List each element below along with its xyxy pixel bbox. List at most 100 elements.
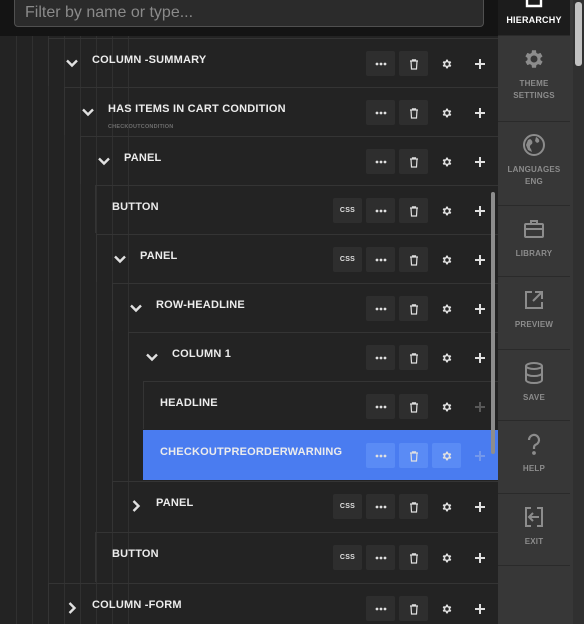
sidebar-item-label: PREVIEW [514, 320, 554, 329]
tree-row[interactable]: PANEL CSS [112, 481, 498, 531]
tree-row[interactable]: COLUMN -FORM [48, 583, 498, 624]
sidebar-item-save[interactable]: SAVE [498, 350, 570, 421]
chevron-right-icon[interactable] [62, 598, 82, 618]
chevron-down-icon[interactable] [126, 298, 146, 318]
css-button[interactable]: CSS [333, 247, 362, 272]
more-icon [375, 603, 387, 615]
settings-button[interactable] [432, 545, 461, 570]
delete-button[interactable] [399, 394, 428, 419]
more-options-button[interactable] [366, 296, 395, 321]
settings-button[interactable] [432, 443, 461, 468]
more-options-button[interactable] [366, 545, 395, 570]
hierarchy-tree: COLUMN -SUMMARY HAS ITEMS IN CART CONDITI… [0, 36, 498, 624]
chevron-down-icon[interactable] [142, 347, 162, 367]
delete-button[interactable] [399, 296, 428, 321]
add-child-button[interactable] [465, 596, 494, 621]
sidebar-item-theme[interactable]: THEME SETTINGS [498, 36, 570, 122]
settings-button[interactable] [432, 247, 461, 272]
settings-button[interactable] [432, 494, 461, 519]
sidebar-item-label: SAVE [523, 393, 545, 402]
more-options-button[interactable] [366, 494, 395, 519]
more-options-button[interactable] [366, 247, 395, 272]
settings-button[interactable] [432, 100, 461, 125]
chevron-down-icon[interactable] [78, 102, 98, 122]
sidebar-scrollbar-thumb[interactable] [575, 2, 582, 66]
more-icon [375, 450, 387, 462]
tree-row[interactable]: CHECKOUTPREORDERWARNING [143, 430, 498, 480]
sidebar-item-label: HIERARCHY [506, 15, 562, 25]
delete-button[interactable] [399, 198, 428, 223]
delete-button[interactable] [399, 100, 428, 125]
chevron-down-icon[interactable] [62, 53, 82, 73]
trash-icon [408, 501, 420, 513]
more-options-button[interactable] [366, 596, 395, 621]
chevron-right-icon[interactable] [126, 496, 146, 516]
plus-icon [474, 303, 486, 315]
delete-button[interactable] [399, 545, 428, 570]
delete-button[interactable] [399, 149, 428, 174]
sidebar-item-preview[interactable]: PREVIEW [498, 277, 570, 350]
tree-row[interactable]: ROW-HEADLINE [112, 283, 498, 331]
gear-icon [441, 58, 453, 70]
delete-button[interactable] [399, 345, 428, 370]
chevron-down-icon[interactable] [110, 249, 130, 269]
add-child-button[interactable] [465, 51, 494, 76]
gear-icon [441, 401, 453, 413]
tree-row[interactable]: COLUMN 1 [128, 332, 498, 380]
gear-icon [441, 205, 453, 217]
sidebar-item-exit[interactable]: EXIT [498, 494, 570, 566]
settings-button[interactable] [432, 345, 461, 370]
gear-icon [441, 352, 453, 364]
globe-icon [521, 132, 547, 158]
settings-button[interactable] [432, 394, 461, 419]
tree-row[interactable]: COLUMN -SUMMARY [48, 38, 498, 86]
delete-button[interactable] [399, 247, 428, 272]
tree-row[interactable]: PANEL [80, 136, 498, 184]
tree-row[interactable]: BUTTON CSS [95, 532, 498, 582]
tree-row[interactable]: HAS ITEMS IN CART CONDITION CHECKOUTCONDI… [64, 87, 498, 135]
briefcase-icon [521, 216, 547, 242]
tree-row[interactable]: HEADLINE [143, 381, 498, 429]
sidebar-item-help[interactable]: HELP [498, 421, 570, 494]
chevron-down-icon[interactable] [94, 151, 114, 171]
more-options-button[interactable] [366, 345, 395, 370]
settings-button[interactable] [432, 596, 461, 621]
sidebar-item-hierarchy[interactable]: HIERARCHY [498, 0, 570, 36]
add-child-button[interactable] [465, 149, 494, 174]
css-button[interactable]: CSS [333, 198, 362, 223]
tree-row-label: COLUMN -SUMMARY [92, 54, 207, 66]
filter-input[interactable] [14, 0, 484, 27]
css-button[interactable]: CSS [333, 494, 362, 519]
tree-row[interactable]: BUTTON CSS [95, 185, 498, 233]
add-child-button[interactable] [465, 545, 494, 570]
settings-button[interactable] [432, 198, 461, 223]
plus-icon [474, 58, 486, 70]
more-options-button[interactable] [366, 394, 395, 419]
settings-button[interactable] [432, 51, 461, 76]
tree-row-sublabel: CHECKOUTCONDITION [108, 124, 174, 130]
delete-button[interactable] [399, 494, 428, 519]
add-child-button[interactable] [465, 100, 494, 125]
more-options-button[interactable] [366, 100, 395, 125]
more-options-button[interactable] [366, 51, 395, 76]
more-options-button[interactable] [366, 149, 395, 174]
more-options-button[interactable] [366, 443, 395, 468]
plus-icon [474, 450, 486, 462]
sidebar-item-library[interactable]: LIBRARY [498, 206, 570, 277]
tree-scrollbar-thumb[interactable] [491, 192, 495, 454]
settings-button[interactable] [432, 149, 461, 174]
css-button[interactable]: CSS [333, 545, 362, 570]
add-child-button[interactable] [465, 494, 494, 519]
delete-button[interactable] [399, 596, 428, 621]
tree-row[interactable]: PANEL CSS [96, 234, 498, 282]
more-options-button[interactable] [366, 198, 395, 223]
delete-button[interactable] [399, 443, 428, 468]
gear-icon [441, 156, 453, 168]
trash-icon [408, 352, 420, 364]
trash-icon [408, 58, 420, 70]
external-link-icon [521, 287, 547, 313]
sidebar-scrollbar-track[interactable] [573, 0, 584, 624]
settings-button[interactable] [432, 296, 461, 321]
sidebar-item-languages[interactable]: LANGUAGES ENG [498, 122, 570, 206]
delete-button[interactable] [399, 51, 428, 76]
